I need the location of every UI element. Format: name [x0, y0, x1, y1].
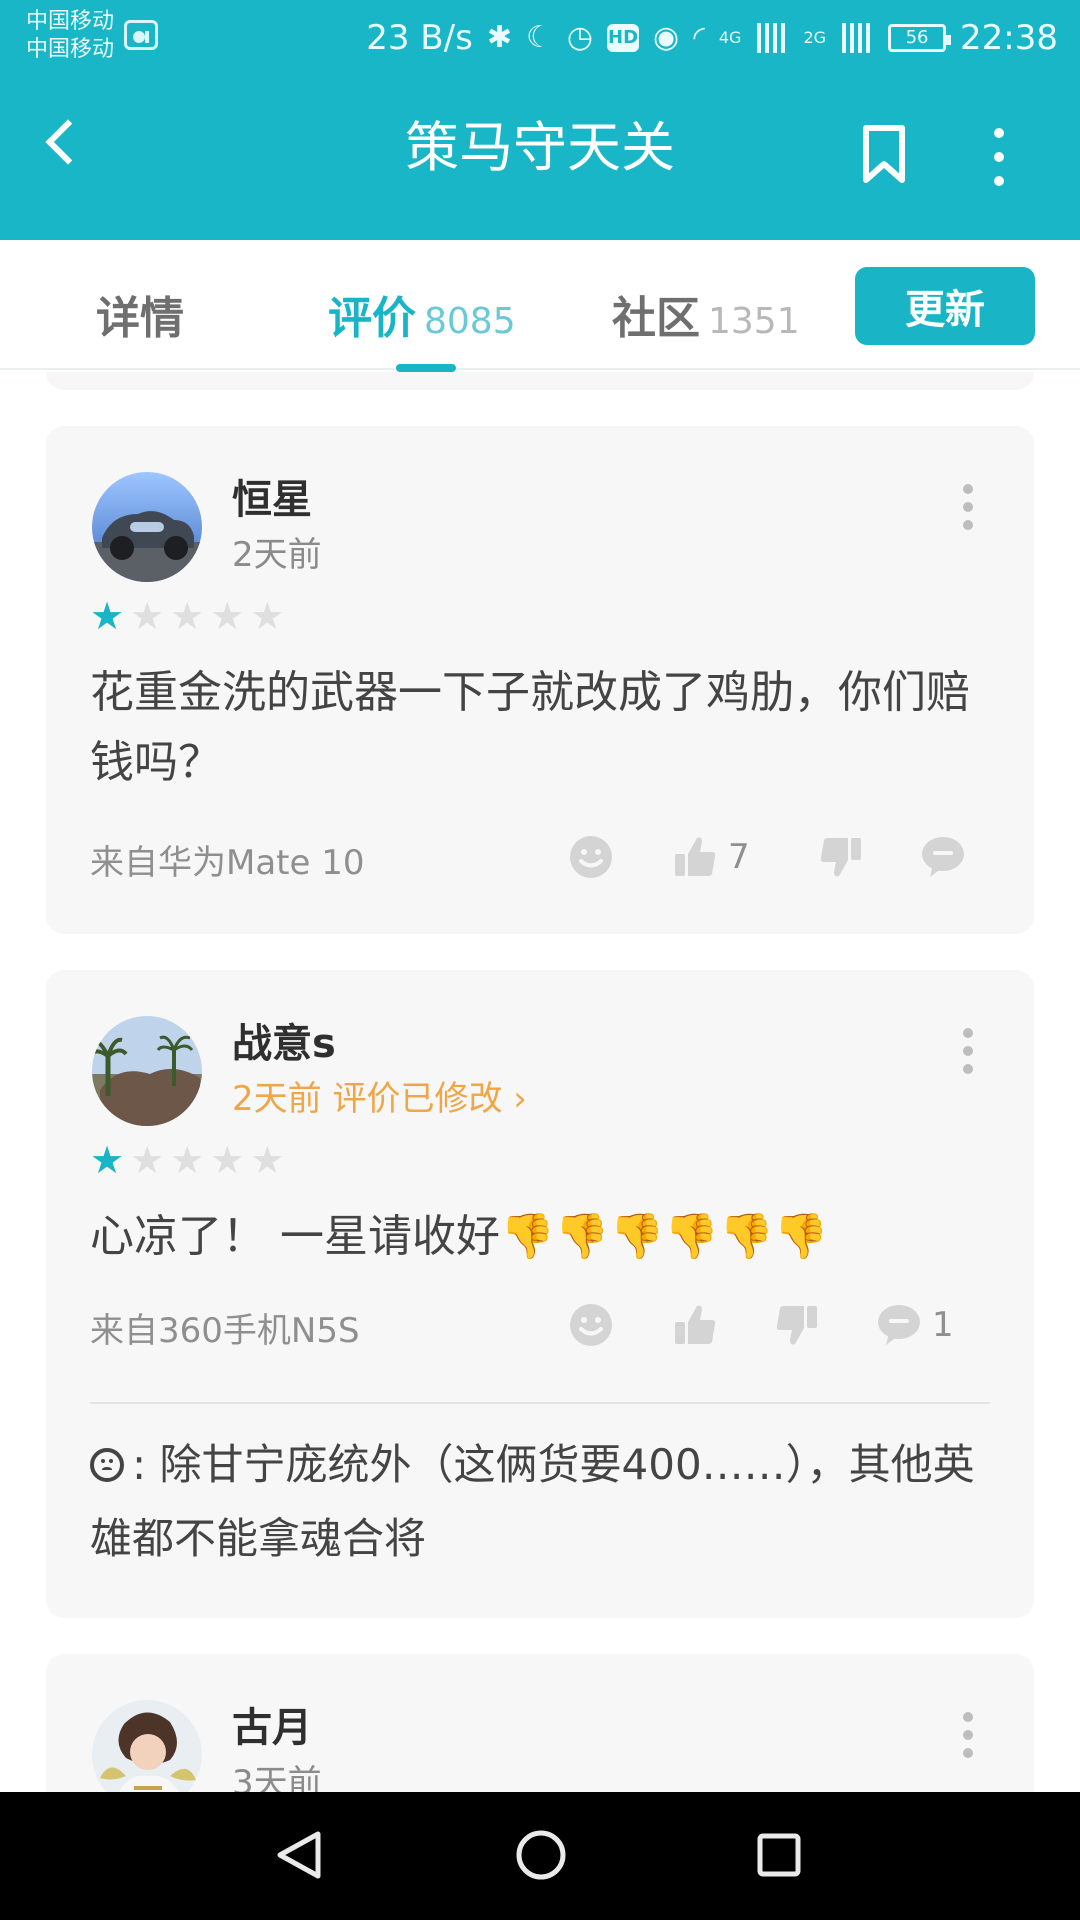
star-icon: ★ [250, 1138, 285, 1182]
signal-icon-2 [840, 23, 875, 53]
battery-level: 56 [905, 27, 929, 48]
star-icon: ★ [210, 1138, 245, 1182]
star-icon: ★ [90, 1138, 125, 1182]
status-indicators: 23 B/s ✱ ☾ ◷ HD ◉ ◜ 4G 2G 56 22:38 [366, 18, 1058, 58]
comment-button[interactable]: 1 [876, 1302, 954, 1348]
smile-icon [570, 1304, 612, 1346]
alarm-icon: ◷ [566, 20, 594, 55]
chevron-right-icon: › [513, 1079, 527, 1119]
system-navigation-bar [0, 1792, 1080, 1920]
hd-icon: HD [607, 24, 640, 52]
wifi-icon: ◜ [693, 20, 705, 55]
tab-bar: 详情 评价 8085 社区 1351 更新 [0, 240, 1080, 372]
app-screen: 中国移动 中国移动 23 B/s ✱ ☾ ◷ HD ◉ ◜ 4G 2G 56 2… [0, 0, 1080, 1920]
tab-community[interactable]: 社区 1351 [612, 282, 800, 344]
thumb-up-icon [675, 1305, 716, 1344]
like-count: 7 [728, 837, 750, 877]
star-icon: ★ [170, 1138, 205, 1182]
review-device: 来自360手机N5S [90, 1311, 360, 1351]
avatar[interactable] [92, 472, 202, 582]
review-card: 战意s 2天前 评价已修改 › ★ ★ ★ ★ ★ 心凉了！ 一星请收好👎👎👎👎… [46, 970, 1034, 1618]
carrier-info: 中国移动 中国移动 [26, 8, 114, 64]
thumb-up-icon [675, 837, 716, 876]
status-bar: 中国移动 中国移动 23 B/s ✱ ☾ ◷ HD ◉ ◜ 4G 2G 56 2… [0, 0, 1080, 72]
network-type-1: 4G [718, 28, 742, 47]
star-icon: ★ [170, 594, 205, 638]
smile-button[interactable] [568, 834, 614, 880]
star-icon: ★ [90, 594, 125, 638]
avatar[interactable] [92, 1700, 202, 1792]
review-time: 2天前 [232, 1079, 322, 1119]
review-time: 3天前 [232, 1763, 322, 1792]
tab-reviews-count: 8085 [424, 301, 516, 342]
update-button[interactable]: 更新 [855, 267, 1035, 345]
eye-icon: ◉ [653, 20, 680, 55]
thumb-down-icon [776, 1306, 817, 1345]
moon-icon: ☾ [525, 20, 553, 55]
star-icon: ★ [130, 1138, 165, 1182]
comment-count: 1 [932, 1305, 954, 1345]
tab-reviews-label: 评价 [328, 293, 416, 344]
review-text: 花重金洗的武器一下子就改成了鸡肋，你们赔钱吗？ [90, 667, 970, 788]
home-nav-icon[interactable] [514, 1828, 568, 1882]
network-speed: 23 B/s [366, 18, 473, 58]
network-type-2: 2G [803, 28, 827, 47]
star-icon: ★ [210, 594, 245, 638]
comment-icon [878, 1305, 920, 1345]
frown-icon [90, 1448, 124, 1482]
avatar[interactable] [92, 1016, 202, 1126]
battery-icon: 56 [888, 24, 952, 52]
thumb-down-icon [820, 838, 861, 877]
clock-time: 22:38 [960, 18, 1058, 58]
star-icon: ★ [130, 594, 165, 638]
rating-stars: ★ ★ ★ ★ ★ [90, 1140, 284, 1180]
carrier-line-2: 中国移动 [26, 37, 115, 62]
comment-icon [922, 837, 964, 877]
star-icon: ★ [250, 594, 285, 638]
tab-reviews[interactable]: 评价 8085 [328, 282, 516, 344]
active-tab-indicator [396, 364, 456, 372]
tab-details[interactable]: 详情 [96, 282, 184, 344]
review-card: 恒星 2天前 ★ ★ ★ ★ ★ 花重金洗的武器一下子就改成了鸡肋，你们赔钱吗？… [46, 426, 1034, 934]
recent-apps-icon[interactable] [752, 1828, 806, 1882]
review-device: 来自华为Mate 10 [90, 843, 365, 883]
signal-icon [755, 23, 790, 53]
username[interactable]: 战意s [232, 1020, 336, 1068]
like-button[interactable]: 7 [672, 834, 750, 880]
smile-button[interactable] [568, 1302, 614, 1348]
back-nav-icon[interactable] [272, 1828, 326, 1882]
developer-reply: : 除甘宁庞统外（这俩货要400……），其他英雄都不能拿魂合将 [90, 1428, 990, 1576]
review-options-icon[interactable] [961, 484, 975, 532]
bluetooth-icon: ✱ [486, 20, 512, 55]
review-text: 心凉了！ 一星请收好👎👎👎👎👎👎 [90, 1211, 829, 1262]
rating-stars: ★ ★ ★ ★ ★ [90, 596, 284, 636]
review-options-icon[interactable] [961, 1712, 975, 1760]
bookmark-icon[interactable] [860, 124, 908, 184]
page-title: 策马守天关 [405, 116, 675, 179]
previous-review-card [46, 372, 1034, 390]
reply-text: : 除甘宁庞统外（这俩货要400……），其他英雄都不能拿魂合将 [90, 1440, 975, 1563]
username[interactable]: 恒星 [232, 476, 312, 524]
review-edited-text: 评价已修改 [332, 1079, 503, 1119]
dislike-button[interactable] [774, 1302, 820, 1348]
app-header: 中国移动 中国移动 23 B/s ✱ ☾ ◷ HD ◉ ◜ 4G 2G 56 2… [0, 0, 1080, 240]
comment-button[interactable] [920, 834, 966, 880]
review-list[interactable]: 恒星 2天前 ★ ★ ★ ★ ★ 花重金洗的武器一下子就改成了鸡肋，你们赔钱吗？… [0, 372, 1080, 1792]
username[interactable]: 古月 [232, 1704, 312, 1752]
carrier-line-1: 中国移动 [26, 9, 115, 34]
tab-details-label: 详情 [96, 293, 184, 344]
review-options-icon[interactable] [961, 1028, 975, 1076]
tab-community-count: 1351 [708, 301, 800, 342]
like-button[interactable] [672, 1302, 718, 1348]
smile-icon [570, 836, 612, 878]
review-time-and-edit-status[interactable]: 2天前 评价已修改 › [232, 1078, 527, 1120]
more-icon[interactable] [985, 128, 1013, 188]
reply-divider [90, 1402, 990, 1404]
dislike-button[interactable] [818, 834, 864, 880]
review-time: 2天前 [232, 535, 322, 575]
radio-icon [124, 20, 158, 50]
review-card: 古月 3天前 [46, 1654, 1034, 1792]
tab-community-label: 社区 [612, 293, 700, 344]
